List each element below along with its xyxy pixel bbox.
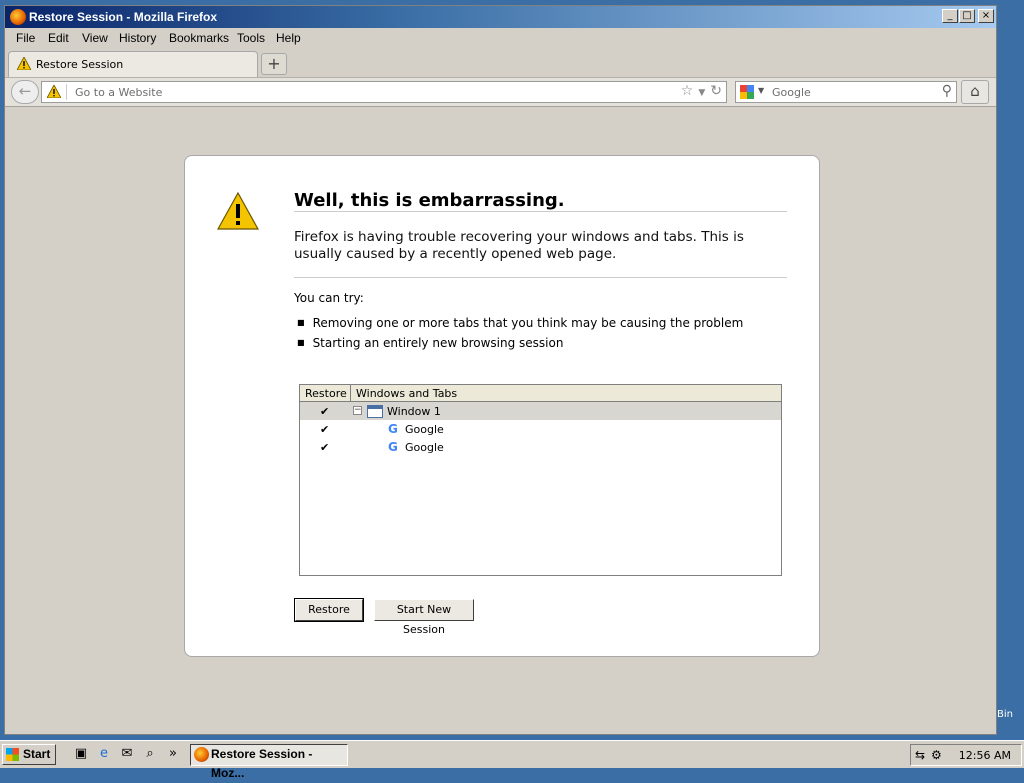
outlook-icon[interactable]: ✉ [119, 746, 135, 762]
desktop-icon-label[interactable]: Bin [997, 709, 1013, 720]
menu-bookmarks[interactable]: Bookmarks [169, 31, 229, 45]
error-title: Well, this is embarrassing. [294, 190, 565, 211]
navigation-toolbar: ← Go to a Website ☆ ▼ ↻ ▼ Google ⚲ ⌂ [5, 77, 996, 107]
menu-bar: File Edit View History Bookmarks Tools H… [5, 28, 996, 48]
google-engine-icon[interactable] [740, 85, 754, 99]
bookmark-star-icon[interactable]: ☆ [681, 83, 694, 99]
reload-icon[interactable]: ↻ [710, 83, 722, 99]
collapse-icon[interactable]: − [353, 406, 362, 415]
home-button[interactable]: ⌂ [961, 80, 989, 104]
column-header-windows[interactable]: Windows and Tabs [356, 387, 457, 400]
windows-logo-icon [6, 748, 19, 761]
back-button[interactable]: ← [11, 80, 39, 104]
chevron-down-icon[interactable]: ▼ [698, 88, 705, 98]
tab-strip: Restore Session + [5, 49, 996, 77]
title-bar[interactable]: Restore Session - Mozilla Firefox _ □ × [5, 6, 996, 28]
warning-icon [217, 192, 259, 230]
tray-app-icon[interactable]: ⚙ [931, 748, 942, 762]
start-label: Start [23, 747, 51, 761]
list-item: Removing one or more tabs that you think… [297, 316, 744, 336]
tree-row-label: Window 1 [387, 405, 441, 418]
tree-header: Restore Windows and Tabs [300, 385, 781, 402]
google-icon: G [388, 422, 398, 436]
minimize-button[interactable]: _ [942, 9, 958, 23]
quick-launch-chevron[interactable]: » [165, 746, 181, 762]
firefox-window: Restore Session - Mozilla Firefox _ □ × … [4, 5, 997, 735]
url-bar[interactable]: Go to a Website ☆ ▼ ↻ [41, 81, 727, 103]
system-tray: ⇆ ⚙ 12:56 AM [910, 744, 1022, 766]
show-desktop-icon[interactable]: ▣ [73, 746, 89, 762]
warning-icon [17, 57, 31, 70]
divider [294, 277, 787, 278]
page-content: Well, this is embarrassing. Firefox is h… [5, 107, 996, 734]
menu-view[interactable]: View [82, 31, 108, 45]
menu-file[interactable]: File [16, 31, 35, 45]
tree-row-label: Google [405, 423, 444, 436]
error-description: Firefox is having trouble recovering you… [294, 229, 744, 262]
restore-checkbox[interactable]: ✔ [320, 405, 329, 418]
restore-checkbox[interactable]: ✔ [320, 441, 329, 454]
error-box: Well, this is embarrassing. Firefox is h… [184, 155, 820, 657]
taskbar-firefox-task[interactable]: Restore Session - Moz... [190, 744, 348, 780]
suggestion-list: Removing one or more tabs that you think… [297, 316, 744, 356]
task-label: Restore Session - Moz... [211, 747, 313, 780]
window-title: Restore Session - Mozilla Firefox [29, 10, 218, 24]
list-item: Starting an entirely new browsing sessio… [297, 336, 743, 356]
menu-tools[interactable]: Tools [237, 31, 265, 45]
menu-history[interactable]: History [119, 31, 156, 45]
restore-button[interactable]: Restore [294, 598, 364, 622]
search-icon[interactable]: ⚲ [942, 83, 952, 99]
url-separator [66, 84, 67, 100]
explorer-icon[interactable]: ⌕ [142, 746, 158, 762]
menu-edit[interactable]: Edit [48, 31, 69, 45]
column-header-restore[interactable]: Restore [305, 387, 347, 400]
chevron-down-icon[interactable]: ▼ [758, 86, 764, 95]
tab-label: Restore Session [36, 58, 124, 71]
tree-row-tab[interactable]: ✔ G Google [300, 420, 781, 438]
start-button[interactable]: Start [2, 744, 56, 765]
search-bar[interactable]: ▼ Google ⚲ [735, 81, 957, 103]
close-button[interactable]: × [978, 9, 994, 23]
tree-row-tab[interactable]: ✔ G Google [300, 438, 781, 456]
firefox-icon [10, 9, 26, 25]
network-icon[interactable]: ⇆ [915, 748, 925, 762]
warning-icon [47, 85, 61, 98]
start-new-session-button[interactable]: Start New Session [374, 599, 474, 636]
divider [294, 211, 787, 212]
tab-restore-session[interactable]: Restore Session [8, 51, 258, 77]
session-tree[interactable]: Restore Windows and Tabs ✔ − Window 1 ✔ … [299, 384, 782, 576]
window-icon [367, 405, 383, 418]
firefox-icon [194, 747, 209, 762]
column-divider [350, 385, 351, 402]
maximize-button[interactable]: □ [959, 9, 975, 23]
restore-checkbox[interactable]: ✔ [320, 423, 329, 436]
new-tab-button[interactable]: + [261, 53, 287, 75]
tree-row-window[interactable]: ✔ − Window 1 [300, 402, 781, 420]
search-placeholder: Google [772, 86, 811, 99]
internet-explorer-icon[interactable]: e [96, 746, 112, 762]
menu-help[interactable]: Help [276, 31, 301, 45]
tree-row-label: Google [405, 441, 444, 454]
clock[interactable]: 12:56 AM [959, 749, 1011, 762]
url-placeholder: Go to a Website [75, 86, 163, 99]
google-icon: G [388, 440, 398, 454]
taskbar: Start ▣ e ✉ ⌕ » Restore Session - Moz...… [0, 740, 1024, 780]
you-can-try-label: You can try: [294, 291, 364, 305]
